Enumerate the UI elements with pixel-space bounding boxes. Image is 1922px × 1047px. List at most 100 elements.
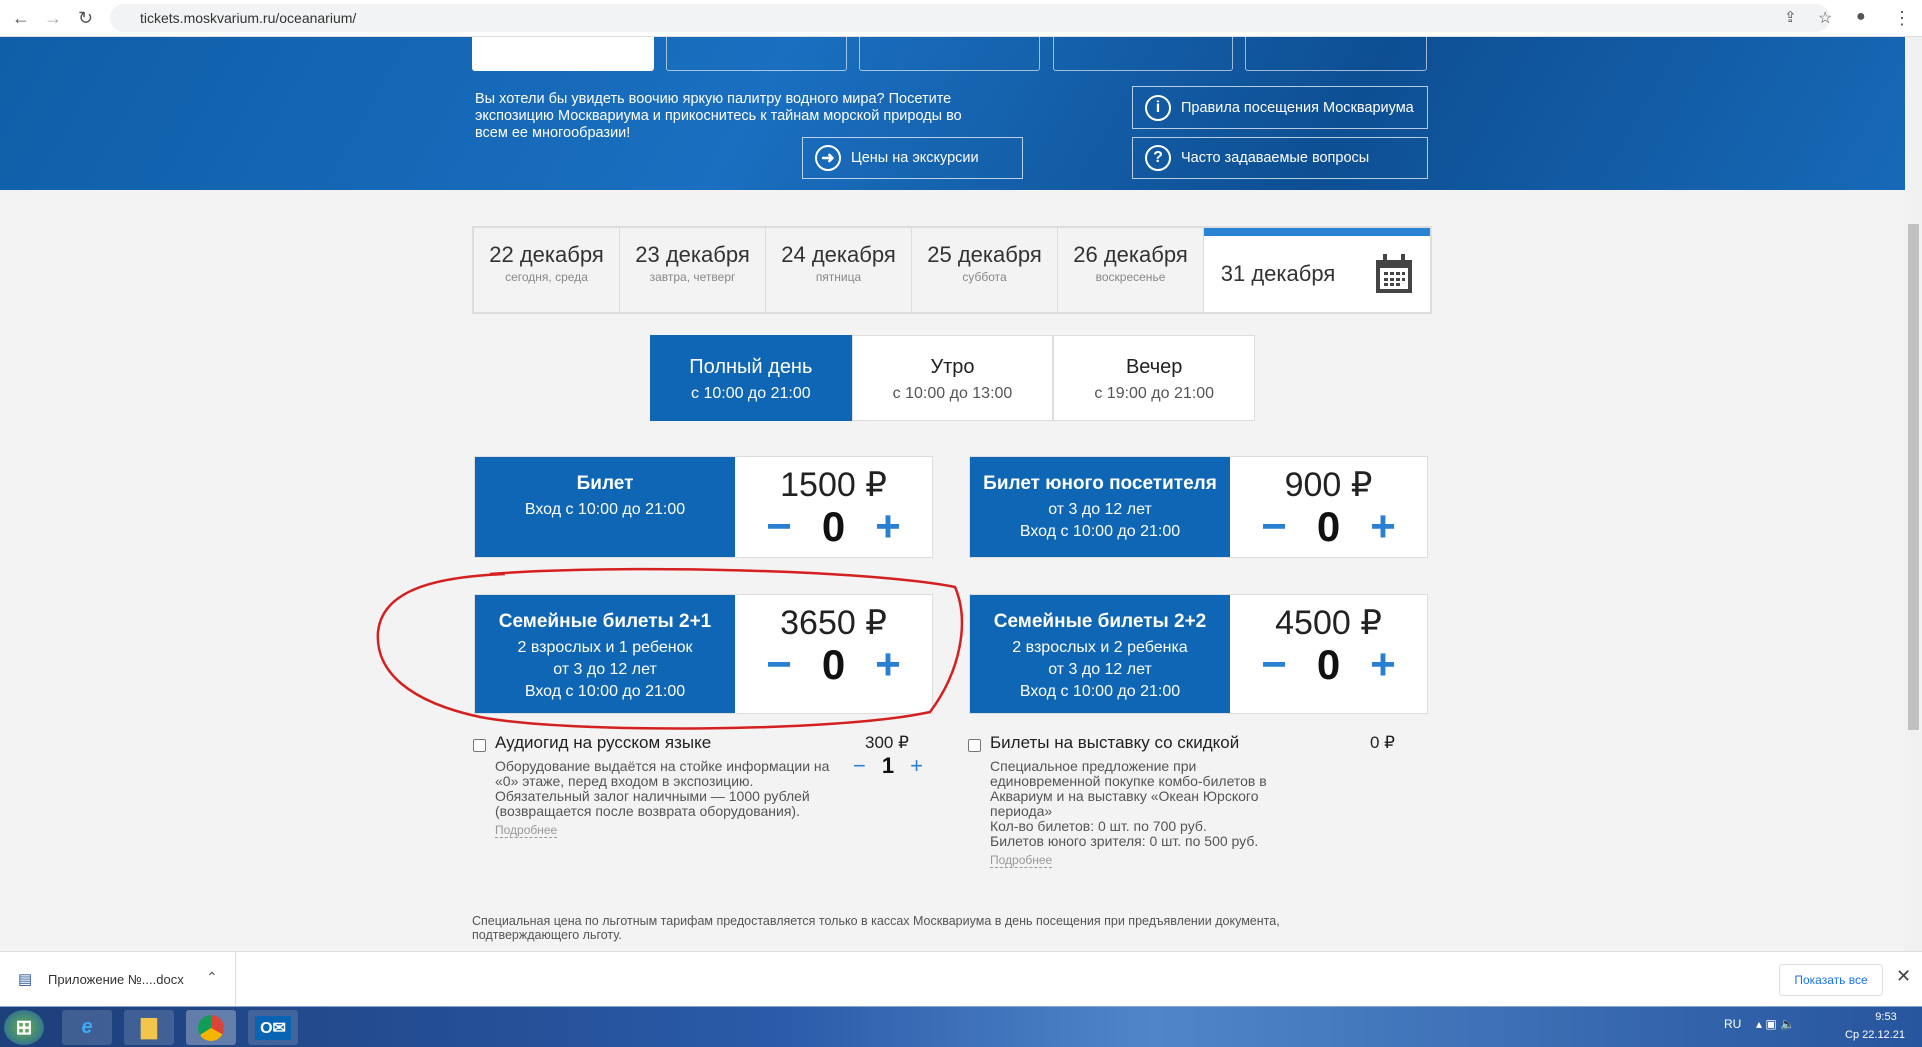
chevron-up-icon[interactable]: ⌃	[206, 969, 218, 986]
date-sub: сегодня, среда	[505, 270, 588, 284]
browser-toolbar: ← → ↻ tickets.moskvarium.ru/oceanarium/ …	[0, 0, 1922, 37]
date-tab[interactable]: 22 декабря сегодня, среда	[474, 228, 620, 312]
ie-icon[interactable]: e	[62, 1010, 112, 1045]
forward-icon[interactable]: →	[44, 8, 62, 29]
rules-button[interactable]: i Правила посещения Москвариума	[1132, 86, 1428, 129]
ticket-detail: Вход с 10:00 до 21:00	[524, 501, 686, 518]
date-sub: пятница	[815, 270, 862, 284]
section-tab[interactable]	[859, 37, 1040, 71]
ticket-card: Семейные билеты 2+2 2 взрослых и 2 ребенк…	[969, 594, 1428, 714]
calendar-icon[interactable]	[1375, 254, 1413, 294]
date-label: 23 декабря	[635, 242, 750, 267]
more-link[interactable]: Подробнее	[495, 823, 558, 838]
date-tab-selected[interactable]: 31 декабря	[1204, 228, 1430, 312]
time-title: Утро	[930, 356, 975, 378]
ticket-name: Билет юного посетителя	[983, 473, 1217, 494]
address-bar[interactable]: tickets.moskvarium.ru/oceanarium/	[110, 4, 1830, 32]
hero-banner: Вы хотели бы увидеть воочию яркую палитр…	[0, 37, 1905, 190]
addon-title: Билеты на выставку со скидкой	[990, 733, 1240, 752]
download-item[interactable]: Приложение №....docx	[48, 972, 184, 987]
ticket-info: Семейные билеты 2+2 2 взрослых и 2 ребенк…	[970, 595, 1230, 713]
ticket-info: Билет юного посетителя от 3 до 12 лет Вход…	[970, 457, 1230, 557]
download-bar: ▤ Приложение №....docx ⌃ Показать все ✕	[0, 951, 1922, 1007]
footnote: Специальная цена по льготным тарифам пре…	[472, 914, 1280, 942]
time-range: с 10:00 до 21:00	[691, 385, 811, 402]
increment-button[interactable]: +	[1370, 643, 1396, 687]
clock-time[interactable]: 9:53	[1856, 1011, 1916, 1023]
button-label: Часто задаваемые вопросы	[1181, 150, 1370, 166]
ticket-name: Билет	[576, 473, 634, 494]
addon-price: 0 ₽	[1370, 733, 1395, 752]
url-text: tickets.moskvarium.ru/oceanarium/	[140, 10, 357, 26]
share-icon[interactable]: ⇪	[1784, 8, 1797, 26]
increment-button[interactable]: +	[875, 505, 901, 549]
time-selector: Полный день с 10:00 до 21:00 Утро с 10:00 …	[650, 335, 1256, 421]
ticket-price: 4500 ₽	[1275, 604, 1382, 642]
clock-date[interactable]: Ср 22.12.21	[1832, 1029, 1918, 1041]
decrement-button[interactable]: −	[766, 505, 792, 549]
increment-button[interactable]: +	[1370, 505, 1396, 549]
section-tab[interactable]	[1053, 37, 1233, 71]
date-tab[interactable]: 23 декабря завтра, четверг	[620, 228, 766, 312]
red-annotation-ellipse	[376, 567, 964, 730]
decrement-button[interactable]: −	[1261, 643, 1287, 687]
show-all-button[interactable]: Показать все	[1779, 964, 1883, 996]
button-label: Цены на экскурсии	[851, 150, 979, 166]
date-label: 31 декабря	[1220, 261, 1336, 286]
ticket-card: Билет юного посетителя от 3 до 12 лет Вход…	[969, 456, 1428, 558]
ticket-quantity: 0	[1316, 503, 1341, 550]
chrome-icon[interactable]	[186, 1010, 236, 1045]
time-tab-morning[interactable]: Утро с 10:00 до 13:00	[851, 335, 1054, 421]
outlook-icon[interactable]: O✉	[248, 1010, 298, 1045]
audioguide-addon: Аудиогид на русском языке Оборудование в…	[473, 733, 933, 839]
increment-button[interactable]: +	[910, 753, 923, 779]
time-tab-evening[interactable]: Вечер с 19:00 до 21:00	[1053, 335, 1256, 421]
info-icon: i	[1145, 94, 1171, 121]
time-tab-full-day[interactable]: Полный день с 10:00 до 21:00	[650, 335, 852, 421]
decrement-button[interactable]: −	[1261, 505, 1287, 549]
ticket-price: 900 ₽	[1284, 466, 1373, 504]
faq-button[interactable]: ? Часто задаваемые вопросы	[1132, 137, 1428, 179]
reload-icon[interactable]: ↻	[78, 8, 93, 29]
star-icon[interactable]: ☆	[1818, 8, 1832, 28]
section-tab[interactable]	[1245, 37, 1427, 71]
explorer-icon[interactable]: ▇	[124, 1010, 174, 1045]
date-selector: 22 декабря сегодня, среда 23 декабря завтр…	[472, 226, 1432, 314]
ticket-detail: от 3 до 12 лет	[1048, 501, 1152, 518]
ticket-quantity: 0	[821, 503, 846, 550]
scrollbar-thumb[interactable]	[1908, 224, 1919, 730]
menu-icon[interactable]: ⋮	[1893, 8, 1911, 29]
ticket-name: Семейные билеты 2+2	[993, 611, 1207, 632]
taskbar: ⊞ e ▇ O✉ RU ▴ ▣ 🔈 9:53 Ср 22.12.21	[0, 1006, 1922, 1047]
ticket-detail: Вход с 10:00 до 21:00	[1019, 523, 1181, 540]
date-tab[interactable]: 24 декабря пятница	[766, 228, 912, 312]
ticket-price: 1500 ₽	[780, 466, 887, 504]
tray-icons[interactable]: ▴ ▣ 🔈	[1756, 1017, 1795, 1031]
more-link[interactable]: Подробнее	[990, 853, 1053, 868]
hero-text: Вы хотели бы увидеть воочию яркую палитр…	[475, 91, 962, 141]
addon-quantity: 1	[881, 753, 895, 778]
date-tab[interactable]: 26 декабря воскресенье	[1058, 228, 1204, 312]
section-tab[interactable]	[666, 37, 847, 71]
excursion-prices-button[interactable]: ➜ Цены на экскурсии	[802, 137, 1023, 179]
exhibition-addon: Билеты на выставку со скидкой Специально…	[968, 733, 1398, 869]
profile-icon[interactable]: ●	[1856, 8, 1866, 26]
decrement-button[interactable]: −	[853, 753, 866, 779]
section-tab[interactable]	[472, 37, 654, 71]
ticket-card: Билет Вход с 10:00 до 21:00 1500 ₽ −0 +	[474, 456, 933, 558]
addon-description: Оборудование выдаётся на стойке информац…	[495, 758, 830, 819]
start-button[interactable]: ⊞	[4, 1010, 44, 1045]
addon-detail: Билетов юного зрителя: 0 шт. по 500 руб.	[990, 833, 1259, 849]
exhibition-checkbox[interactable]	[968, 739, 981, 752]
back-icon[interactable]: ←	[12, 8, 30, 29]
addon-detail: Кол-во билетов: 0 шт. по 700 руб.	[990, 818, 1207, 834]
time-title: Вечер	[1125, 356, 1183, 378]
date-label: 24 декабря	[781, 242, 896, 267]
date-tab[interactable]: 25 декабря суббота	[912, 228, 1058, 312]
addon-price: 300 ₽	[865, 733, 909, 752]
fish-icon: ➜	[815, 145, 841, 171]
close-icon[interactable]: ✕	[1896, 966, 1911, 987]
language-indicator[interactable]: RU	[1724, 1017, 1741, 1031]
audioguide-checkbox[interactable]	[473, 739, 486, 752]
time-title: Полный день	[689, 356, 813, 378]
